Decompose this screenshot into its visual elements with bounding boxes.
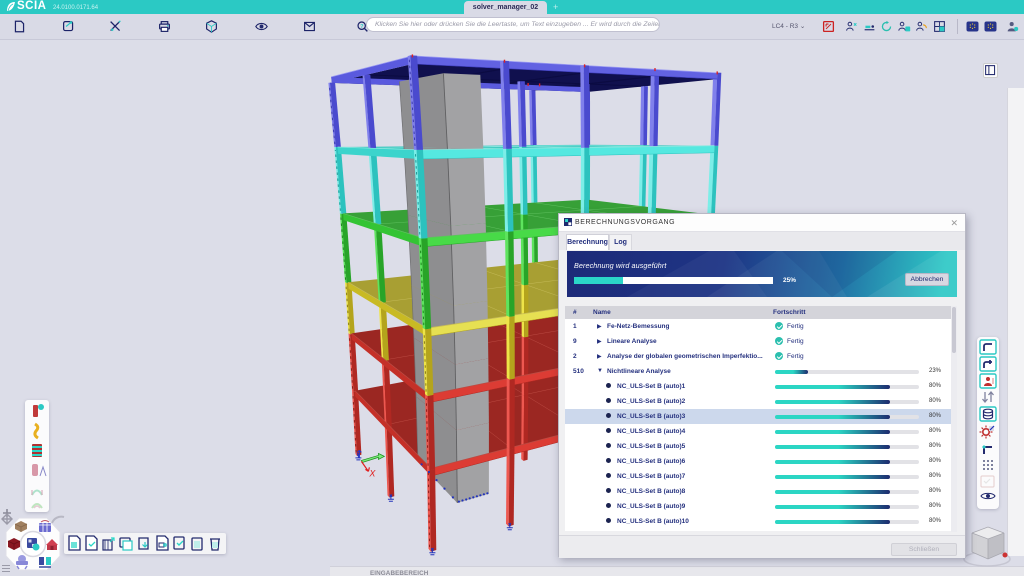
svg-text:?: ? [360, 24, 364, 30]
svg-text:X: X [368, 468, 376, 478]
